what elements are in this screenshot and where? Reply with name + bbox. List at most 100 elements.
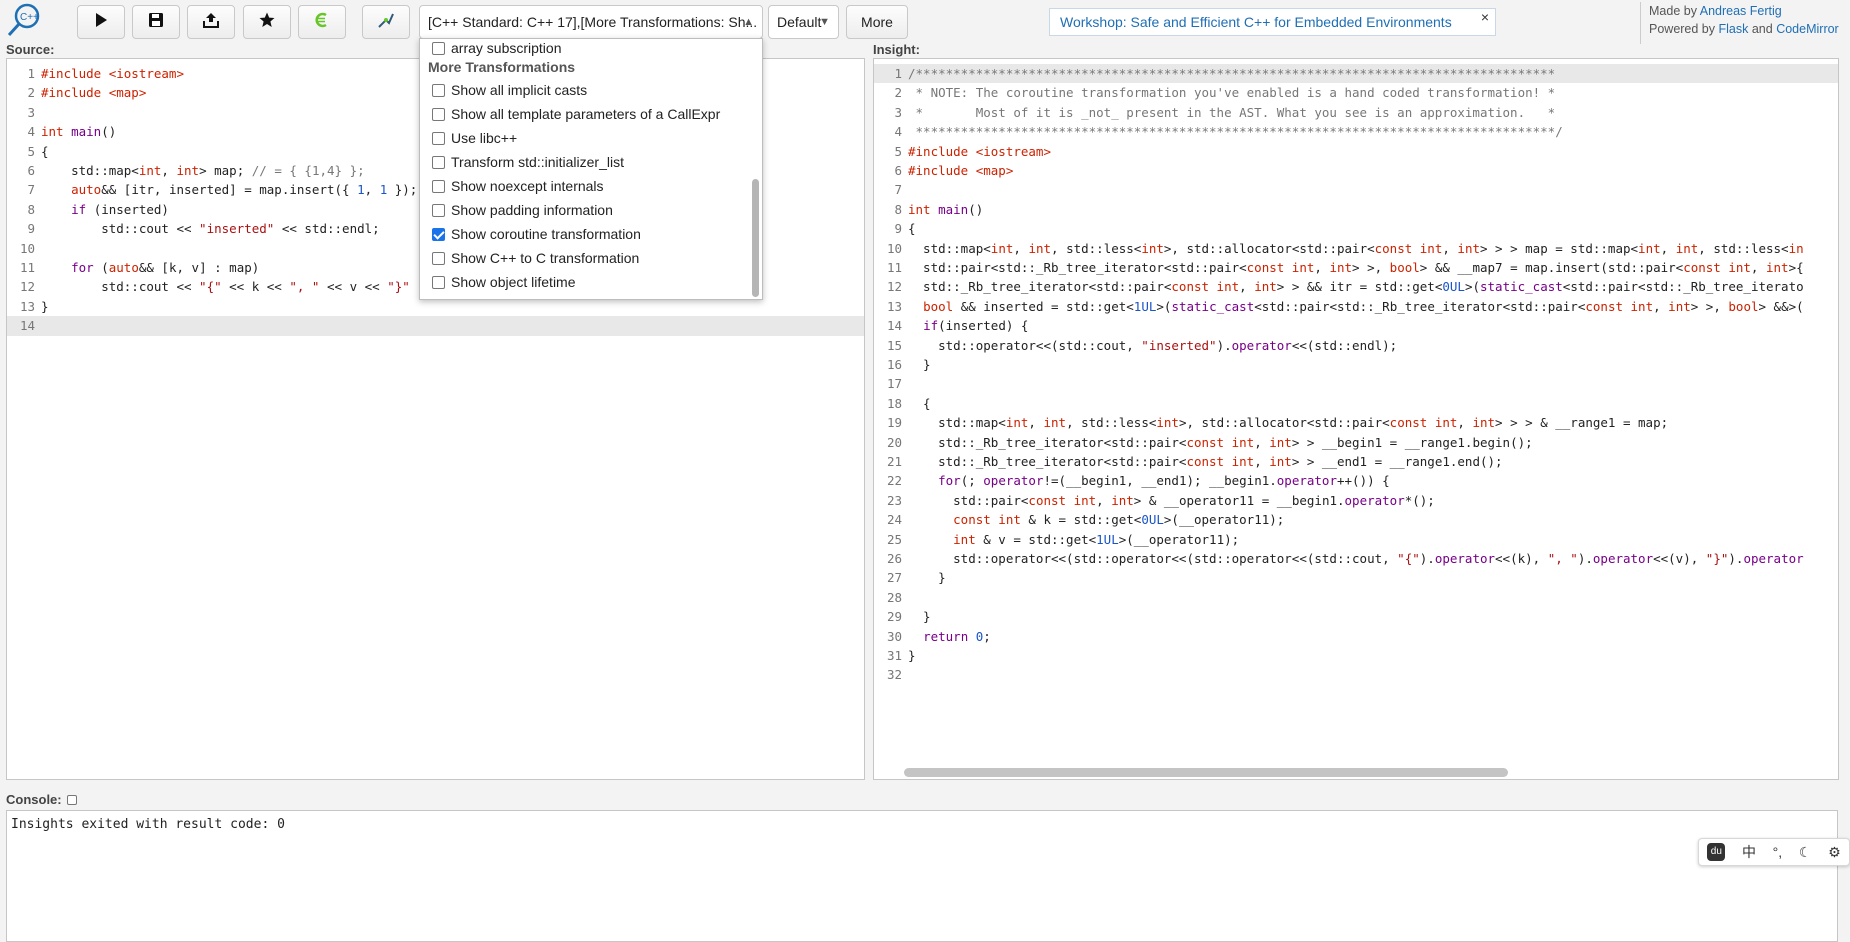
cppinsights-web-button[interactable] [362, 5, 410, 39]
code-line: 4 int main() [27, 124, 117, 140]
floppy-disk-icon [148, 12, 164, 33]
save-button[interactable] [132, 5, 180, 39]
codemirror-link[interactable]: CodeMirror [1776, 22, 1839, 36]
code-line: 18 { [886, 395, 931, 411]
option-show-padding[interactable]: Show padding information [432, 199, 613, 221]
console-toggle-checkbox[interactable] [67, 795, 78, 805]
gear-icon[interactable]: ⚙ [1828, 844, 1841, 861]
option-show-template-params[interactable]: Show all template parameters of a CallEx… [432, 103, 720, 125]
powered-by-prefix: Powered by [1649, 22, 1716, 36]
format-style-value: Default [777, 14, 822, 30]
code-line: 24 const int & k = std::get<0UL>(__opera… [886, 512, 1285, 528]
checkbox-icon[interactable] [432, 276, 445, 289]
code-line: 4 **************************************… [894, 124, 1563, 140]
option-use-libcxx[interactable]: Use libc++ [432, 127, 517, 149]
option-transform-initializer-list[interactable]: Transform std::initializer_list [432, 151, 624, 173]
more-button[interactable]: More [846, 5, 908, 39]
code-line: 13} [19, 298, 49, 314]
code-line: 14 if(inserted) { [886, 318, 1029, 334]
code-line: 6 std::map<int, int> map; // = { {1,4} }… [27, 163, 365, 178]
code-line: 29 } [886, 609, 931, 625]
ime-language-toggle[interactable]: 中 [1742, 842, 1756, 862]
console-output: Insights exited with result code: 0 [6, 810, 1838, 942]
console-label: Console: [6, 792, 83, 807]
credits: Made by Andreas Fertig Powered by Flask … [1640, 2, 1850, 44]
code-line: 15 std::operator<<(std::cout, "inserted"… [886, 337, 1398, 353]
favorite-button[interactable] [243, 5, 291, 39]
ime-punctuation-toggle[interactable]: °, [1773, 844, 1783, 860]
console-text: Insights exited with result code: 0 [11, 817, 285, 832]
option-show-cpp-to-c[interactable]: Show C++ to C transformation [432, 247, 639, 269]
code-line: 21 std::_Rb_tree_iterator<std::pair<cons… [886, 454, 1503, 469]
code-line: 30 return 0; [886, 628, 991, 644]
code-line: 8 if (inserted) [27, 201, 169, 217]
insight-horizontal-scrollbar[interactable] [904, 768, 1508, 777]
checkbox-checked-icon[interactable] [432, 228, 445, 241]
code-line: 5 #include <iostream> [894, 143, 1051, 159]
chevron-up-icon: ▲ [743, 16, 754, 28]
svg-text:C++: C++ [20, 12, 39, 23]
close-icon[interactable]: × [1481, 4, 1489, 30]
moon-icon[interactable]: ☾ [1799, 844, 1812, 861]
checkbox-icon[interactable] [432, 84, 445, 97]
checkbox-icon[interactable] [432, 132, 445, 145]
checkbox-icon[interactable] [432, 108, 445, 121]
code-line: 8 int main() [894, 201, 984, 217]
code-line: 17 [886, 376, 902, 392]
code-line: 26 std::operator<<(std::operator<<(std::… [886, 551, 1804, 566]
author-link[interactable]: Andreas Fertig [1700, 4, 1782, 18]
workshop-link[interactable]: Workshop: Safe and Efficient C++ for Emb… [1060, 14, 1452, 30]
cppinsights-logo[interactable]: C++ [6, 3, 40, 37]
insight-editor[interactable]: 1/**************************************… [873, 58, 1839, 780]
chevron-down-icon: ▼ [819, 16, 830, 28]
options-select-value: [C++ Standard: C++ 17],[More Transformat… [428, 14, 758, 30]
workshop-banner[interactable]: Workshop: Safe and Efficient C++ for Emb… [1049, 8, 1496, 36]
code-line: 5{ [27, 143, 49, 159]
code-line: 31} [886, 648, 916, 663]
code-line: 1/**************************************… [874, 64, 1838, 84]
made-by-prefix: Made by [1649, 4, 1697, 18]
code-line: 9 std::cout << "inserted" << std::endl; [27, 221, 380, 237]
quick-bench-icon [377, 11, 395, 34]
upload-icon [203, 12, 219, 33]
checkbox-icon[interactable] [432, 180, 445, 193]
code-line: 13 bool && inserted = std::get<1UL>(stat… [886, 298, 1804, 314]
toolbar: C++ [C++ Standard: C++ 17],[More Transfo… [0, 0, 1850, 44]
code-line: 23 std::pair<const int, int> & __operato… [886, 492, 1435, 508]
code-line: 7 auto&& [itr, inserted] = map.insert({ … [27, 182, 418, 198]
code-line: 28 [886, 589, 902, 605]
code-line: 7 [894, 182, 902, 198]
code-line: 20 std::_Rb_tree_iterator<std::pair<cons… [886, 434, 1533, 450]
code-line: 22 for(; operator!=(__begin1, __end1); _… [886, 473, 1390, 489]
compiler-explorer-button[interactable] [298, 5, 346, 39]
checkbox-icon[interactable] [432, 252, 445, 265]
code-line: 32 [886, 667, 902, 683]
code-line: 2 * NOTE: The coroutine transformation y… [894, 85, 1556, 101]
checkbox-icon[interactable] [432, 204, 445, 217]
option-show-coroutine[interactable]: Show coroutine transformation [432, 223, 641, 245]
share-button[interactable] [187, 5, 235, 39]
code-line: 19 std::map<int, int, std::less<int>, st… [886, 415, 1669, 431]
code-line: 6 #include <map> [894, 163, 1014, 178]
checkbox-icon[interactable] [432, 156, 445, 169]
and-text: and [1751, 22, 1773, 36]
ime-logo-icon[interactable]: du [1707, 843, 1726, 861]
code-line: 1 #include <iostream> [27, 66, 184, 81]
dropdown-group-header: More Transformations [428, 59, 576, 75]
option-array-subscription[interactable]: array subscription [432, 39, 562, 59]
code-line: 3 * Most of it is _not_ present in the A… [894, 104, 1556, 120]
options-select[interactable]: [C++ Standard: C++ 17],[More Transformat… [419, 5, 763, 39]
dropdown-scrollbar[interactable] [752, 179, 759, 297]
option-show-noexcept[interactable]: Show noexcept internals [432, 175, 604, 197]
option-show-object-lifetime[interactable]: Show object lifetime [432, 271, 576, 293]
code-line: 12 std::cout << "{" << k << ", " << v <<… [19, 279, 410, 295]
format-style-select[interactable]: Default ▼ [768, 5, 839, 39]
code-line: 9{ [894, 221, 916, 237]
flask-link[interactable]: Flask [1719, 22, 1749, 36]
code-line: 25 int & v = std::get<1UL>(__operator11)… [886, 531, 1240, 547]
checkbox-icon[interactable] [432, 42, 445, 55]
code-line: 11 for (auto&& [k, v] : map) [19, 260, 260, 275]
option-show-implicit-casts[interactable]: Show all implicit casts [432, 79, 587, 101]
code-line: 27 } [886, 570, 946, 586]
run-button[interactable] [77, 5, 125, 39]
